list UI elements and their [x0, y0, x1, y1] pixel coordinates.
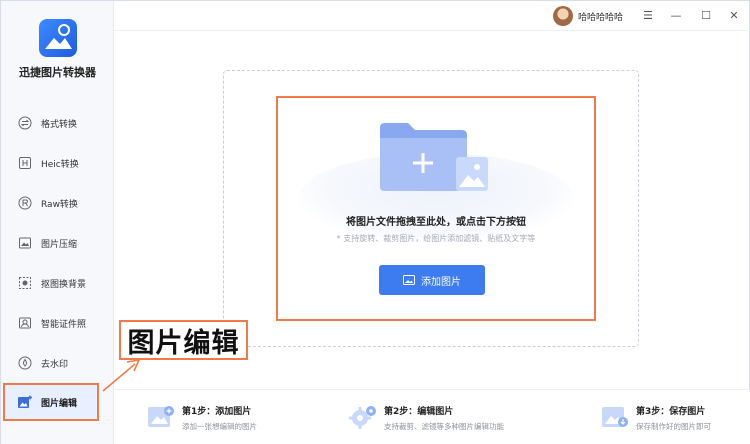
sidebar-item-raw-convert[interactable]: Raw转换 [1, 183, 114, 223]
sidebar: 迅捷图片转换器 格式转换 Heic转换 Raw转换 图片压缩 抠图换背景 智能证… [1, 1, 114, 444]
gear-icon [349, 406, 376, 429]
dropzone-title: 将图片文件拖拽至此处，或点击下方按钮 [346, 217, 526, 228]
step-3: 第3步：保存图片 保存制作好的图片即可 [600, 402, 740, 434]
step-description: 保存制作好的图片即可 [636, 422, 711, 431]
maximize-button[interactable]: ☐ [699, 8, 713, 22]
steps-footer: 第1步：添加图片 添加一张想编辑的图片 第2步：编辑图片 支持裁剪、滤镜等多种图… [114, 389, 750, 444]
sidebar-item-label: 智能证件照 [41, 319, 87, 330]
sidebar-item-label: 格式转换 [41, 119, 78, 130]
image-edit-icon [17, 394, 33, 410]
app-name: 迅捷图片转换器 [19, 66, 96, 79]
minimize-button[interactable]: — [669, 8, 683, 22]
image-icon [403, 275, 415, 285]
raw-icon [17, 195, 33, 211]
watermark-icon [17, 355, 33, 371]
menu-button[interactable]: ☰ [641, 8, 655, 22]
sidebar-item-id-photo[interactable]: 智能证件照 [1, 303, 114, 343]
sidebar-item-label: 去水印 [41, 359, 69, 370]
sidebar-nav: 格式转换 Heic转换 Raw转换 图片压缩 抠图换背景 智能证件照 去水印 [1, 103, 114, 383]
sidebar-item-label: Raw转换 [41, 199, 78, 210]
sidebar-item-format-convert[interactable]: 格式转换 [1, 103, 114, 143]
close-button[interactable]: ✕ [727, 8, 741, 22]
compress-icon [17, 235, 33, 251]
callout-arrow-icon [102, 358, 141, 392]
app-window: 迅捷图片转换器 格式转换 Heic转换 Raw转换 图片压缩 抠图换背景 智能证… [0, 0, 750, 444]
callout-label: 图片编辑 [119, 320, 248, 360]
folder-image-icon [378, 120, 490, 198]
step-title: 第3步：保存图片 [636, 407, 706, 417]
sidebar-item-image-edit[interactable]: 图片编辑 [3, 383, 99, 421]
cutout-icon [17, 275, 33, 291]
avatar[interactable] [553, 6, 573, 26]
sidebar-item-remove-watermark[interactable]: 去水印 [1, 343, 114, 383]
sidebar-item-label: 抠图换背景 [41, 279, 87, 290]
step-title: 第1步：添加图片 [182, 407, 252, 417]
step-title: 第2步：编辑图片 [384, 407, 454, 417]
add-image-button[interactable]: 添加图片 [379, 265, 485, 295]
dropzone[interactable]: 将图片文件拖拽至此处，或点击下方按钮 * 支持旋转、裁剪图片，给图片添加滤镜、贴… [276, 96, 596, 321]
sidebar-item-image-compress[interactable]: 图片压缩 [1, 223, 114, 263]
sidebar-item-heic-convert[interactable]: Heic转换 [1, 143, 114, 183]
add-image-step-icon [148, 406, 174, 427]
id-photo-icon [17, 315, 33, 331]
step-description: 支持裁剪、滤镜等多种图片编辑功能 [384, 422, 504, 431]
username[interactable]: 哈哈哈哈哈 [578, 10, 623, 23]
step-description: 添加一张想编辑的图片 [182, 422, 257, 431]
step-1: 第1步：添加图片 添加一张想编辑的图片 [146, 402, 316, 434]
dropzone-subtitle: * 支持旋转、裁剪图片，给图片添加滤镜、贴纸及文字等 [336, 234, 536, 243]
app-logo-icon [39, 19, 77, 57]
sidebar-item-label: 图片压缩 [41, 239, 78, 250]
convert-icon [17, 115, 33, 131]
sidebar-item-cutout-background[interactable]: 抠图换背景 [1, 263, 114, 303]
title-bar: 哈哈哈哈哈 ☰ — ☐ ✕ [114, 1, 750, 31]
sidebar-item-label: 图片编辑 [41, 398, 78, 409]
save-image-step-icon [602, 407, 628, 427]
heic-icon [17, 155, 33, 171]
sidebar-item-label: Heic转换 [41, 159, 79, 170]
add-image-button-label: 添加图片 [421, 276, 461, 288]
step-2: 第2步：编辑图片 支持裁剪、滤镜等多种图片编辑功能 [348, 402, 548, 434]
